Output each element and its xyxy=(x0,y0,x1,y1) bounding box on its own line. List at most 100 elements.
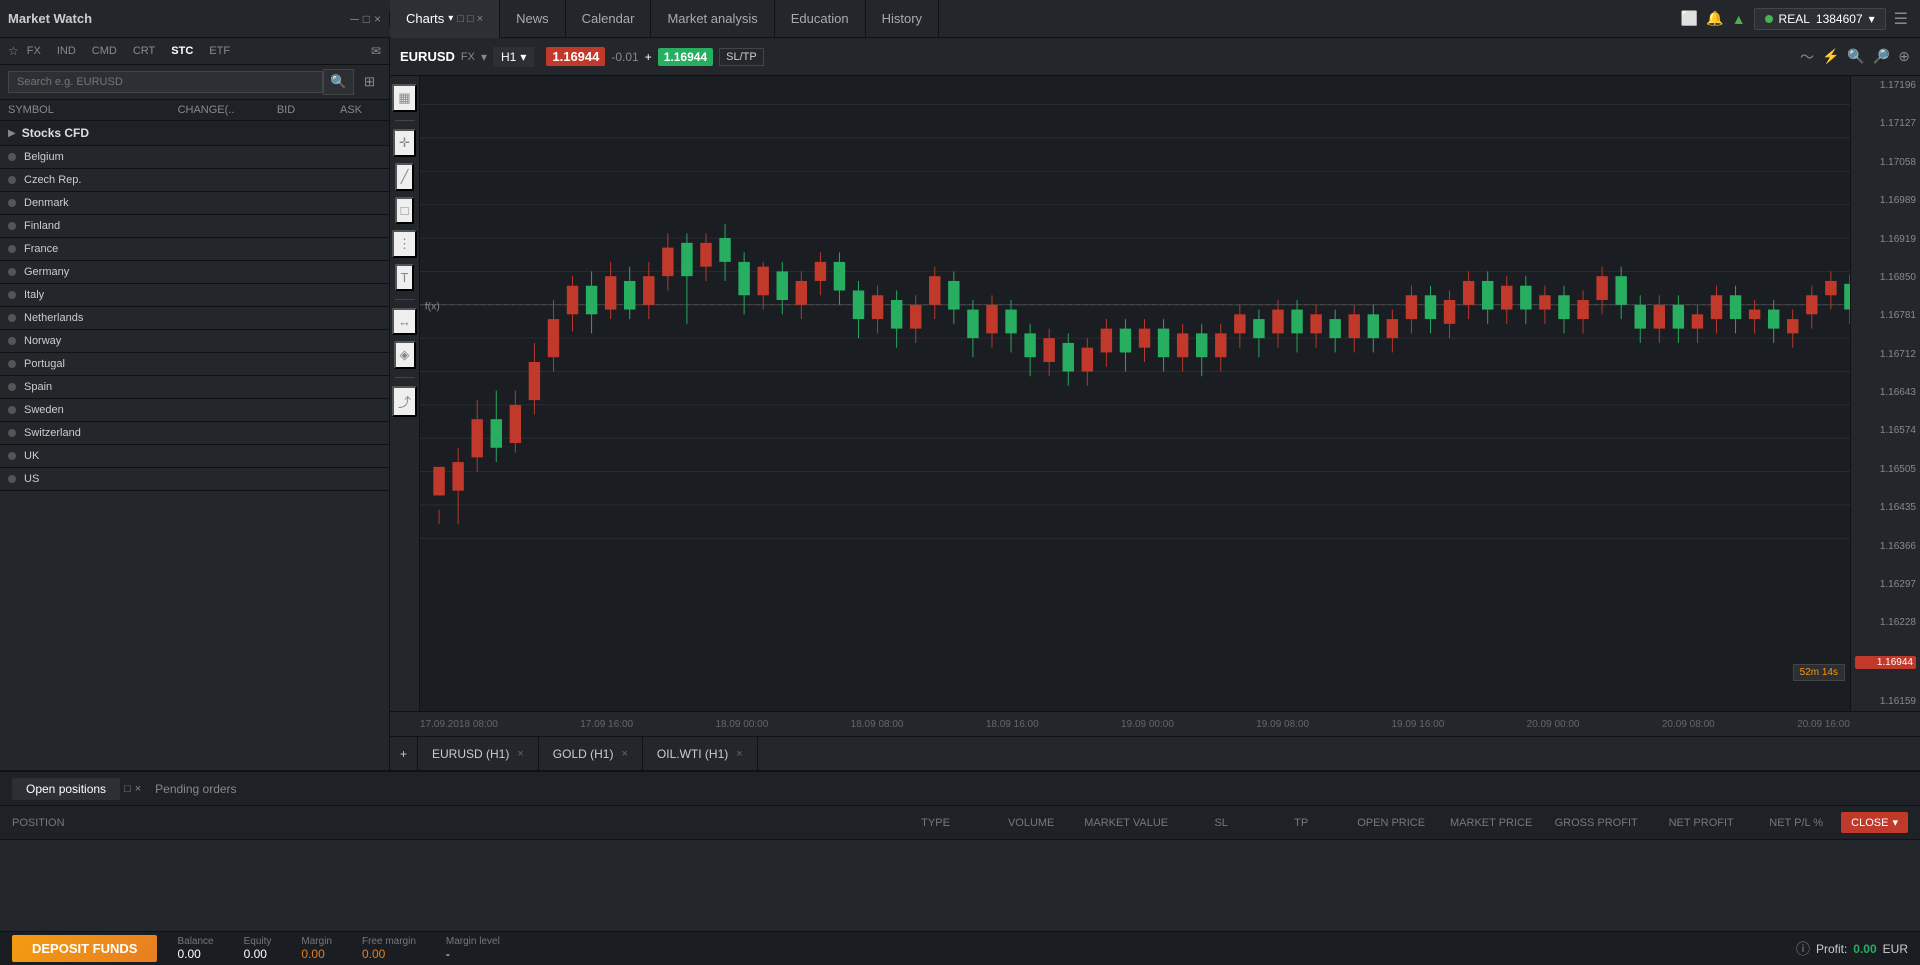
time-label: 19.09 00:00 xyxy=(1121,719,1174,730)
text-tool[interactable]: T xyxy=(395,264,415,291)
tab-education[interactable]: Education xyxy=(775,0,866,38)
list-item[interactable]: Czech Rep. xyxy=(0,169,389,192)
indicators-icon[interactable]: ⚡ xyxy=(1822,48,1839,65)
tab-history[interactable]: History xyxy=(866,0,939,38)
list-item[interactable]: US xyxy=(0,468,389,491)
rectangle-tool[interactable]: □ xyxy=(395,197,415,224)
share-tool[interactable]: ⤴ xyxy=(392,386,417,417)
close-eurusd-tab[interactable]: × xyxy=(517,748,523,760)
line-tool[interactable]: ╱ xyxy=(395,163,415,191)
search-input[interactable] xyxy=(8,71,323,93)
equity-value: 0.00 xyxy=(244,947,272,961)
hamburger-icon[interactable]: ☰ xyxy=(1894,9,1908,29)
price-level: 1.16366 xyxy=(1855,541,1916,552)
layers-tool[interactable]: ◈ xyxy=(394,341,416,369)
tab-etf[interactable]: ETF xyxy=(201,42,238,60)
list-item[interactable]: Finland xyxy=(0,215,389,238)
list-item[interactable]: Spain xyxy=(0,376,389,399)
equity-label: Equity xyxy=(244,936,272,947)
list-item[interactable]: Norway xyxy=(0,330,389,353)
list-item[interactable]: Italy xyxy=(0,284,389,307)
price-level: 1.16505 xyxy=(1855,464,1916,475)
col-market-price: MARKET PRICE xyxy=(1441,817,1541,829)
account-type: REAL xyxy=(1779,12,1810,26)
margin-level-value: - xyxy=(446,947,500,961)
list-item[interactable]: Sweden xyxy=(0,399,389,422)
main-nav: Charts ▾ □ □ × News Calendar Market anal… xyxy=(390,0,1920,38)
zoom-in-icon[interactable]: 🔎 xyxy=(1873,48,1890,65)
timeframe-dropdown-icon: ▾ xyxy=(520,50,526,64)
pair-name[interactable]: EURUSD xyxy=(400,49,455,64)
list-item[interactable]: Denmark xyxy=(0,192,389,215)
tab-icon-1[interactable]: □ xyxy=(124,783,131,795)
close-window-icon[interactable]: × xyxy=(374,12,381,26)
list-item[interactable]: Portugal xyxy=(0,353,389,376)
price-level: 1.16574 xyxy=(1855,425,1916,436)
tab-market-analysis[interactable]: Market analysis xyxy=(651,0,774,38)
free-margin-value: 0.00 xyxy=(362,947,416,961)
tab-stc[interactable]: STC xyxy=(163,42,201,60)
list-item[interactable]: Netherlands xyxy=(0,307,389,330)
list-item[interactable]: UK xyxy=(0,445,389,468)
left-panel: ☆ FX IND CMD CRT STC ETF ✉ 🔍 ⊞ SYMBOL CH… xyxy=(0,38,390,770)
grid-view-button[interactable]: ⊞ xyxy=(358,70,381,94)
symbol-dot xyxy=(8,452,16,460)
measure-tool[interactable]: ↔ xyxy=(392,308,417,335)
app-title: Market Watch xyxy=(8,11,92,26)
tab-ind[interactable]: IND xyxy=(49,42,84,60)
time-label: 18.09 00:00 xyxy=(715,719,768,730)
restore-icon[interactable]: □ xyxy=(363,12,370,26)
timeframe-button[interactable]: H1 ▾ xyxy=(493,47,534,67)
list-item[interactable]: Switzerland xyxy=(0,422,389,445)
minimize-icon[interactable]: ─ xyxy=(350,12,359,26)
sl-tp-button[interactable]: SL/TP xyxy=(719,48,764,66)
search-button[interactable]: 🔍 xyxy=(323,69,354,95)
close-gold-tab[interactable]: × xyxy=(621,748,627,760)
positions-table-header: POSITION TYPE VOLUME MARKET VALUE SL TP … xyxy=(0,806,1920,840)
left-tools: ▦ ✛ ╱ □ ⋮ T ↔ ◈ ⤴ xyxy=(390,76,420,711)
chart-canvas-wrapper: ▦ ✛ ╱ □ ⋮ T ↔ ◈ ⤴ 1.17196 1.17127 1.1705… xyxy=(390,76,1920,711)
email-icon[interactable]: ✉ xyxy=(371,44,381,58)
zoom-out-icon[interactable]: 🔍 xyxy=(1847,48,1864,65)
account-badge[interactable]: REAL 1384607 ▾ xyxy=(1754,8,1886,30)
col-bid: BID xyxy=(251,104,321,116)
settings-icon[interactable]: ⊕ xyxy=(1898,48,1910,65)
chart-tab-oil[interactable]: OIL.WTI (H1) × xyxy=(643,737,758,771)
pair-dropdown-icon[interactable]: ▾ xyxy=(481,50,487,64)
chart-indicator-btn[interactable]: ▦ xyxy=(392,84,416,112)
close-all-button[interactable]: CLOSE ▾ xyxy=(1841,812,1908,833)
col-gross-profit: GROSS PROFIT xyxy=(1541,817,1651,829)
col-sl: SL xyxy=(1181,817,1261,829)
tab-fx[interactable]: FX xyxy=(19,42,49,60)
countdown-badge: 52m 14s xyxy=(1793,664,1845,681)
tab-charts[interactable]: Charts ▾ □ □ × xyxy=(390,0,500,38)
favorites-icon[interactable]: ☆ xyxy=(8,44,19,58)
balance-item-free-margin: Free margin 0.00 xyxy=(362,936,416,961)
deposit-button[interactable]: DEPOSIT FUNDS xyxy=(12,935,157,962)
crosshair-tool[interactable]: ✛ xyxy=(393,129,416,157)
monitor-icon[interactable]: ⬜ xyxy=(1681,10,1698,27)
time-label: 17.09.2018 08:00 xyxy=(420,719,498,730)
instrument-tabs: ☆ FX IND CMD CRT STC ETF ✉ xyxy=(0,38,389,65)
close-oil-tab[interactable]: × xyxy=(736,748,742,760)
tab-crt[interactable]: CRT xyxy=(125,42,163,60)
tab-pending-orders[interactable]: Pending orders xyxy=(141,778,250,800)
list-item[interactable]: Belgium xyxy=(0,146,389,169)
margin-label: Margin xyxy=(301,936,332,947)
price-level: 1.16228 xyxy=(1855,617,1916,628)
fib-tool[interactable]: ⋮ xyxy=(392,230,417,258)
chart-type-icon[interactable]: 〜 xyxy=(1800,47,1814,67)
tab-cmd[interactable]: CMD xyxy=(84,42,125,60)
tab-calendar[interactable]: Calendar xyxy=(566,0,652,38)
bell-icon[interactable]: 🔔 xyxy=(1706,10,1723,27)
list-item[interactable]: Germany xyxy=(0,261,389,284)
group-stocks-cfd[interactable]: ▶ Stocks CFD xyxy=(0,121,389,146)
chart-tab-gold[interactable]: GOLD (H1) × xyxy=(539,737,643,771)
symbol-dot xyxy=(8,429,16,437)
tab-news[interactable]: News xyxy=(500,0,566,38)
chart-tab-eurusd[interactable]: EURUSD (H1) × xyxy=(418,737,539,771)
add-chart-button[interactable]: + xyxy=(390,737,418,771)
list-item[interactable]: France xyxy=(0,238,389,261)
current-price-label: 1.16944 xyxy=(1855,656,1916,669)
tab-open-positions[interactable]: Open positions xyxy=(12,778,120,800)
